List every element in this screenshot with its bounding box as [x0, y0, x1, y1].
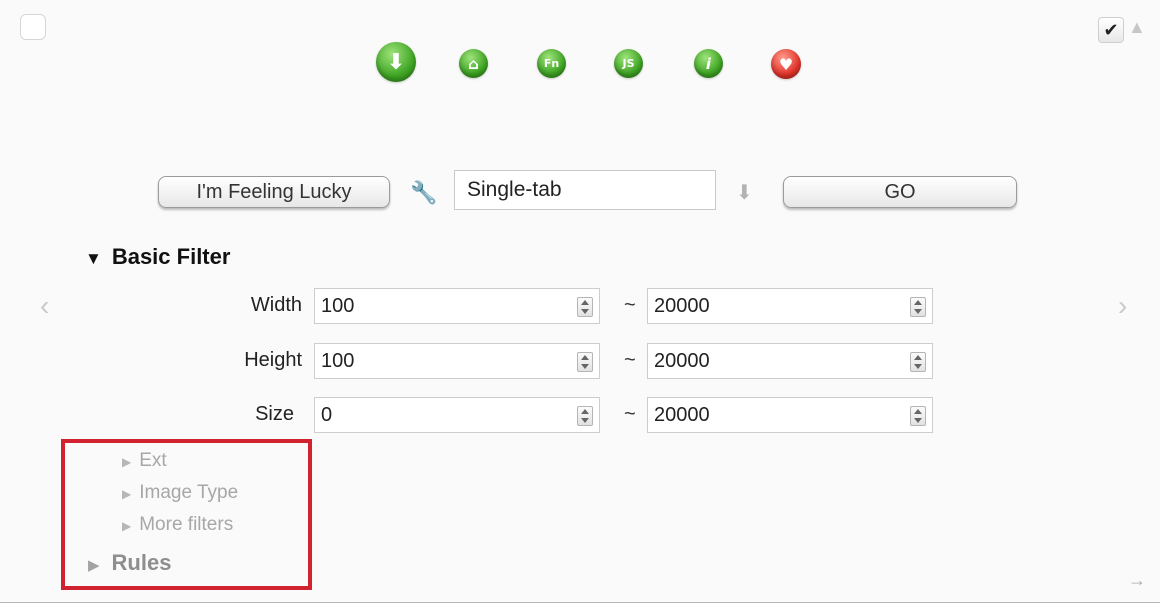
height-min-input[interactable]: 100 [314, 343, 600, 379]
size-max-input[interactable]: 20000 [647, 397, 933, 433]
next-arrow-icon[interactable]: › [1118, 290, 1127, 322]
size-max-spinner[interactable] [910, 406, 926, 426]
size-min-value: 0 [321, 403, 333, 426]
width-min-spinner[interactable] [577, 297, 593, 317]
width-max-value: 20000 [654, 294, 710, 317]
width-min-input[interactable]: 100 [314, 288, 600, 324]
prev-arrow-icon[interactable]: ‹ [40, 290, 49, 322]
width-max-input[interactable]: 20000 [647, 288, 933, 324]
range-separator: ~ [624, 349, 636, 371]
height-label: Height [244, 349, 302, 371]
height-max-value: 20000 [654, 349, 710, 372]
fn-icon[interactable]: Fn [537, 49, 566, 78]
width-max-spinner[interactable] [910, 297, 926, 317]
js-icon[interactable]: JS [614, 49, 643, 78]
feeling-lucky-button[interactable]: I'm Feeling Lucky [158, 176, 390, 208]
highlight-annotation-box [61, 439, 312, 590]
mode-field[interactable]: Single-tab [454, 170, 716, 210]
range-separator: ~ [624, 294, 636, 316]
width-label: Width [250, 294, 302, 316]
scroll-up-icon[interactable]: ▲ [1128, 17, 1146, 38]
height-max-spinner[interactable] [910, 352, 926, 372]
go-button[interactable]: GO [783, 176, 1017, 208]
wrench-icon[interactable]: 🔧 [410, 180, 437, 206]
check-icon[interactable]: ✔ [1098, 17, 1124, 43]
height-min-value: 100 [321, 349, 355, 372]
basic-filter-header[interactable]: ▼ Basic Filter [85, 244, 230, 270]
right-arrow-icon[interactable]: → [1128, 570, 1146, 591]
down-arrow-icon[interactable]: ⬇ [736, 180, 753, 205]
heart-icon[interactable]: ♥ [771, 49, 801, 79]
info-icon[interactable]: i [694, 49, 723, 78]
download-icon[interactable]: ⬇ [376, 42, 416, 82]
size-max-value: 20000 [654, 403, 710, 426]
action-toolbar: ⬇ ⌂ Fn JS i ♥ [0, 36, 1165, 86]
home-icon[interactable]: ⌂ [459, 49, 488, 78]
width-min-value: 100 [321, 294, 355, 317]
basic-filter-title: Basic Filter [111, 244, 231, 269]
height-min-spinner[interactable] [577, 352, 593, 372]
size-label: Size [255, 403, 294, 425]
expanded-triangle-icon: ▼ [85, 249, 102, 268]
size-min-spinner[interactable] [577, 406, 593, 426]
range-separator: ~ [624, 403, 636, 425]
height-max-input[interactable]: 20000 [647, 343, 933, 379]
filter-panel: ⬇ ⌂ Fn JS i ♥ ✔ ▲ I'm Feeling Lucky 🔧 Si… [0, 0, 1160, 603]
size-min-input[interactable]: 0 [314, 397, 600, 433]
